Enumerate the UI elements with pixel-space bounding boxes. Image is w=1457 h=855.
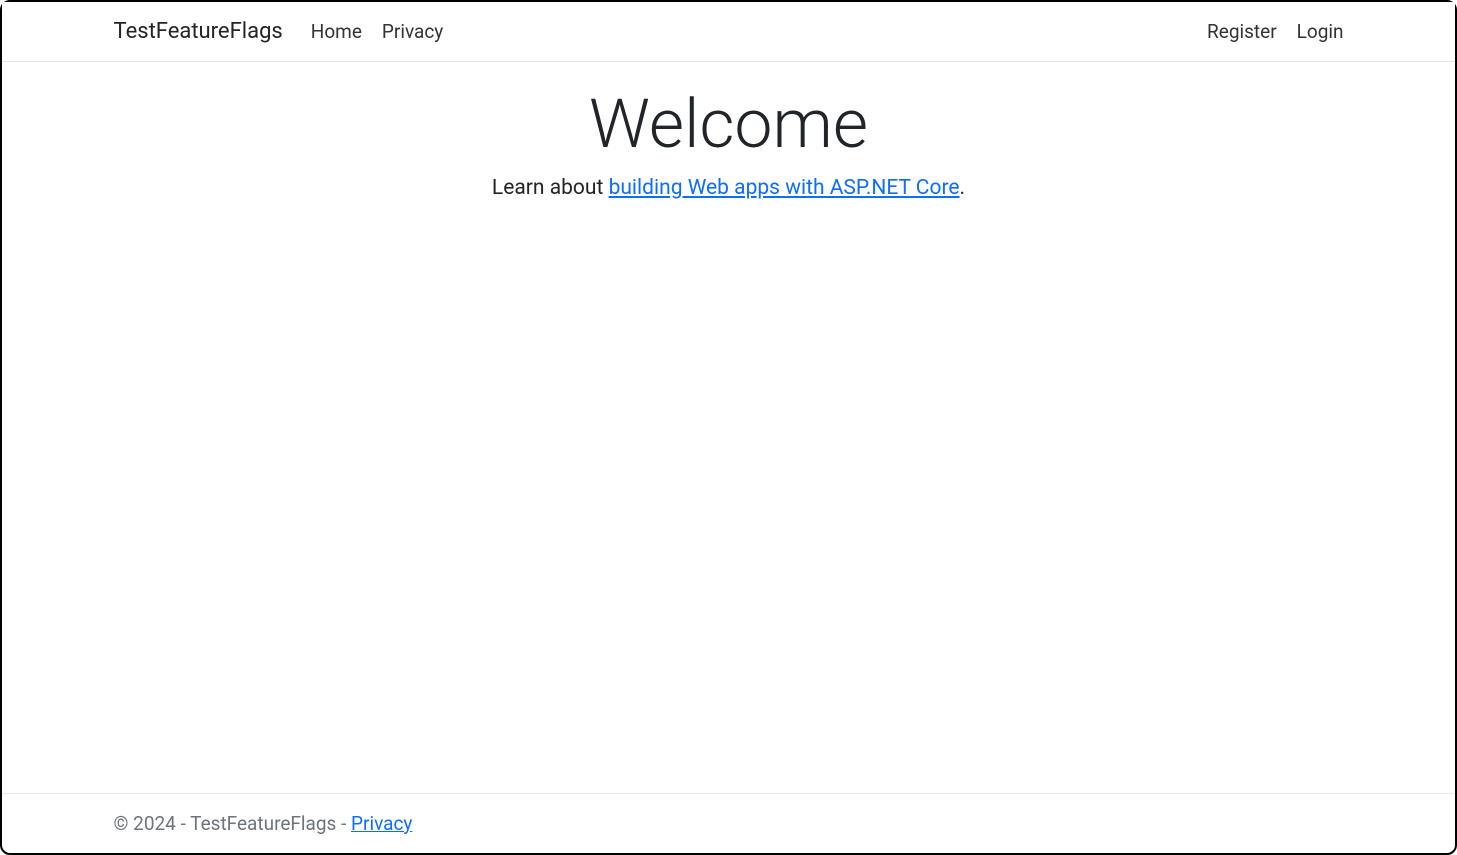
nav-login[interactable]: Login [1297,16,1344,47]
navbar-left: TestFeatureFlags Home Privacy [114,16,444,47]
lead-prefix: Learn about [492,176,609,200]
content-container: Welcome Learn about building Web apps wi… [2,84,1455,200]
lead-text: Learn about building Web apps with ASP.N… [2,176,1455,200]
footer-privacy-link[interactable]: Privacy [351,812,412,835]
nav-privacy[interactable]: Privacy [382,16,443,47]
site-footer: © 2024 - TestFeatureFlags - Privacy [2,793,1455,853]
site-header: TestFeatureFlags Home Privacy Register L… [2,2,1455,62]
nav-register[interactable]: Register [1207,16,1277,47]
page-title: Welcome [2,84,1455,166]
nav-home[interactable]: Home [311,16,362,47]
brand-link[interactable]: TestFeatureFlags [114,19,283,44]
lead-suffix: . [960,176,966,200]
main-content: Welcome Learn about building Web apps wi… [2,62,1455,793]
aspnet-docs-link[interactable]: building Web apps with ASP.NET Core [609,176,960,200]
navbar: TestFeatureFlags Home Privacy Register L… [69,2,1389,61]
footer-container: © 2024 - TestFeatureFlags - Privacy [69,812,1389,835]
footer-copyright: © 2024 - TestFeatureFlags - [114,812,352,835]
navbar-right: Register Login [1207,16,1343,47]
